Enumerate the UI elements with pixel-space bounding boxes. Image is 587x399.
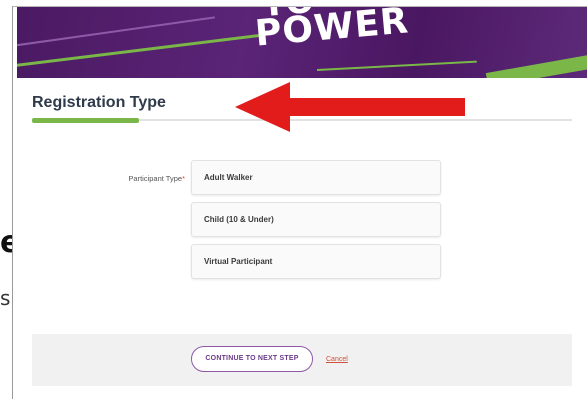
cancel-link[interactable]: Cancel <box>326 356 348 363</box>
continue-button[interactable]: CONTINUE TO NEXT STEP <box>191 346 313 372</box>
banner-title: POWER <box>253 7 411 55</box>
hero-banner: TO POWER <box>17 7 587 78</box>
banner-stripe <box>485 48 587 78</box>
required-marker: * <box>182 174 185 183</box>
participant-type-label-text: Participant Type <box>128 174 183 183</box>
section-title: Registration Type <box>32 94 166 111</box>
option-virtual-participant[interactable]: Virtual Participant <box>191 244 441 279</box>
red-arrow-left-icon <box>235 82 465 132</box>
cropped-edge-text-2: s <box>0 286 11 310</box>
section-divider-accent <box>32 118 139 123</box>
option-adult-walker[interactable]: Adult Walker <box>191 160 441 195</box>
option-label: Child (10 & Under) <box>204 215 274 224</box>
participant-type-label: Participant Type* <box>110 174 185 183</box>
option-label: Virtual Participant <box>204 257 273 266</box>
banner-stripe <box>316 60 477 71</box>
option-label: Adult Walker <box>204 173 253 182</box>
option-child[interactable]: Child (10 & Under) <box>191 202 441 237</box>
